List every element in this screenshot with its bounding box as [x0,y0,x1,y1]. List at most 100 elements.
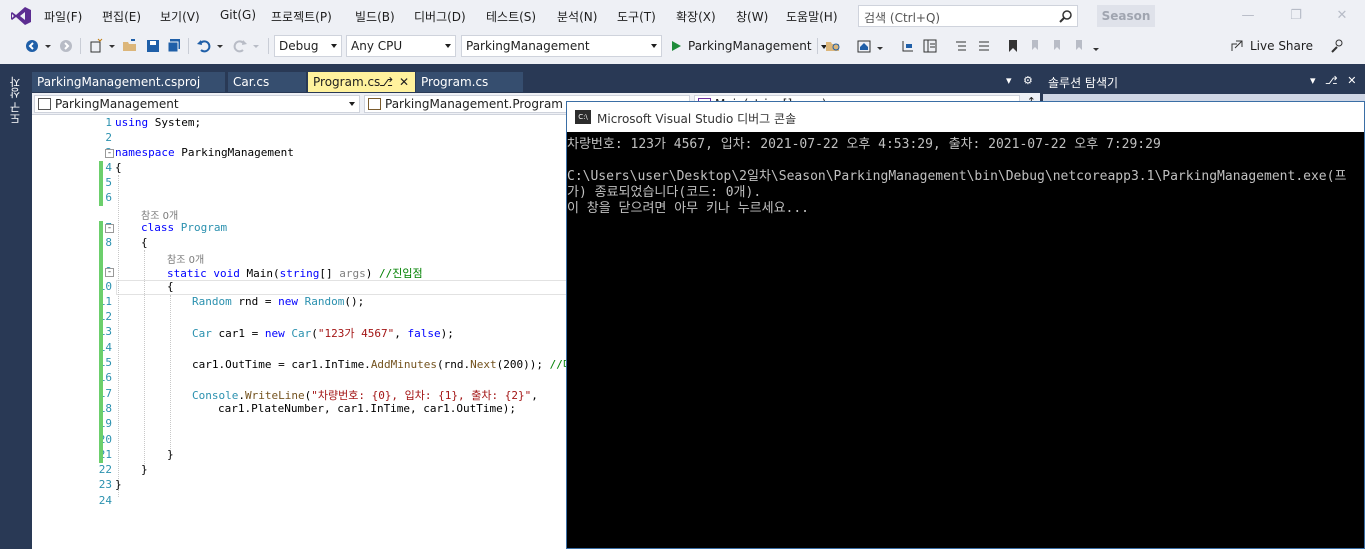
back-dropdown-icon[interactable] [44,38,52,54]
search-input[interactable]: 검색 (Ctrl+Q) [858,5,1078,27]
back-icon[interactable] [24,38,40,54]
indent-guide [144,250,145,470]
csharp-project-icon [38,98,51,110]
new-project-icon[interactable] [88,38,104,54]
line-number: 4 [105,161,112,174]
line-number: 21 [98,448,112,461]
panel-dropdown-icon[interactable]: ▾ [1310,74,1316,87]
feedback-icon[interactable] [1330,38,1346,54]
code-line-22: } [141,463,148,476]
toolbar-overflow-icon[interactable] [1092,38,1100,54]
menu-file[interactable]: 파일(F) [44,8,82,25]
uncomment-icon[interactable] [976,38,992,54]
menu-debug[interactable]: 디버그(D) [414,8,466,25]
toolbar-separator [268,38,269,54]
bookmark-prev-icon[interactable] [1028,38,1044,54]
minimize-icon[interactable]: — [1240,8,1256,24]
line-number: 5 [105,176,112,189]
redo-dropdown-icon[interactable] [252,38,260,54]
solution-name-badge[interactable]: Season [1097,5,1155,27]
collapse-region-icon[interactable]: - [105,149,114,158]
home-icon[interactable] [856,38,872,54]
forward-icon[interactable] [58,38,74,54]
platform-select[interactable]: Any CPU [346,35,456,57]
bookmark-next-icon[interactable] [1050,38,1066,54]
platform-value: Any CPU [351,39,403,53]
console-title-bar[interactable]: C:\ Microsoft Visual Studio 디버그 콘솔 [567,102,1364,132]
close-panel-icon[interactable]: ✕ [1347,74,1356,87]
tab-label: Program.cs [421,75,489,89]
window-layout-icon[interactable] [922,38,938,54]
step-icon[interactable] [900,38,916,54]
menu-edit[interactable]: 편집(E) [102,8,141,25]
menu-window[interactable]: 창(W) [736,8,768,25]
project-nav-select[interactable]: ParkingManagement [34,95,360,113]
console-output-line: 차량번호: 123가 4567, 입차: 2021-07-22 오후 4:53:… [567,137,1161,152]
menu-test[interactable]: 테스트(S) [486,8,536,25]
live-share-button[interactable]: Live Share [1230,39,1313,53]
settings-gear-icon[interactable]: ⚙ [1023,74,1033,87]
bookmark-icon[interactable] [1005,38,1021,54]
close-tab-icon[interactable]: ✕ [399,72,409,92]
toolbar-separator [188,38,189,54]
new-dropdown-icon[interactable] [108,38,116,54]
save-icon[interactable] [145,38,161,54]
live-share-icon [1231,40,1243,51]
close-icon[interactable]: ✕ [1334,8,1350,24]
chevron-down-icon [445,44,451,48]
chevron-down-icon [651,44,657,48]
bookmark-clear-icon[interactable] [1072,38,1088,54]
collapse-region-icon[interactable]: - [105,224,114,233]
code-line-10: { [167,280,174,293]
collapse-region-icon[interactable]: - [105,268,114,277]
startup-project-value: ParkingManagement [466,39,590,53]
code-line-21: } [167,448,174,461]
menu-build[interactable]: 빌드(B) [355,8,395,25]
line-number: 16 [98,371,112,384]
menu-project[interactable]: 프로젝트(P) [271,8,332,25]
startup-project-select[interactable]: ParkingManagement [461,35,662,57]
menu-view[interactable]: 보기(V) [160,8,200,25]
tab-label: Program.cs [313,75,381,89]
code-line-23: } [115,478,122,491]
references-codelens[interactable]: 참조 0개 [167,251,204,266]
references-codelens[interactable]: 참조 0개 [141,207,178,222]
console-output-line: 이 창을 닫으려면 아무 키나 누르세요... [567,201,810,216]
line-number: 20 [98,433,112,446]
tab-list-dropdown-icon[interactable]: ▾ [1006,74,1012,87]
change-indicator [99,221,103,463]
tab-csproj[interactable]: ParkingManagement.csproj [32,72,225,92]
folder-search-icon[interactable] [825,38,841,54]
tab-label: ParkingManagement.csproj [37,75,201,89]
debug-console-window[interactable]: C:\ Microsoft Visual Studio 디버그 콘솔 차량번호:… [566,101,1365,549]
line-number: 13 [98,325,112,338]
tab-car-cs[interactable]: Car.cs [228,72,306,92]
menu-analyze[interactable]: 분석(N) [557,8,597,25]
menu-help[interactable]: 도움말(H) [786,8,838,25]
pin-icon[interactable]: ⎇ [379,72,393,92]
tab-program-cs-active[interactable]: Program.cs ⎇ ✕ [308,72,415,92]
home-dropdown-icon[interactable] [876,38,884,54]
open-folder-icon[interactable] [122,38,138,54]
configuration-select[interactable]: Debug [274,35,342,57]
menu-extensions[interactable]: 확장(X) [676,8,716,25]
menu-bar: 파일(F) 편집(E) 보기(V) Git(G) 프로젝트(P) 빌드(B) 디… [0,0,1365,32]
code-line-17: Console.WriteLine("차량번호: {0}, 입차: {1}, 출… [192,389,538,402]
chevron-down-icon [349,102,355,106]
maximize-icon[interactable]: ❐ [1288,8,1304,24]
undo-dropdown-icon[interactable] [216,38,224,54]
line-number: 1 [105,116,112,129]
menu-git[interactable]: Git(G) [220,8,256,22]
undo-icon[interactable] [196,38,212,54]
pin-icon[interactable]: ⎇ [1325,74,1338,87]
run-button[interactable]: ParkingManagement [668,36,828,56]
line-number: 8 [105,236,112,249]
redo-icon[interactable] [232,38,248,54]
code-line-4: { [115,161,122,174]
toolbox-side-tab[interactable]: 도구 상자 [8,74,26,126]
menu-tools[interactable]: 도구(T) [617,8,656,25]
tab-program-cs[interactable]: Program.cs [416,72,523,92]
save-all-icon[interactable] [166,38,182,54]
console-title: Microsoft Visual Studio 디버그 콘솔 [597,112,797,126]
comment-icon[interactable] [953,38,969,54]
